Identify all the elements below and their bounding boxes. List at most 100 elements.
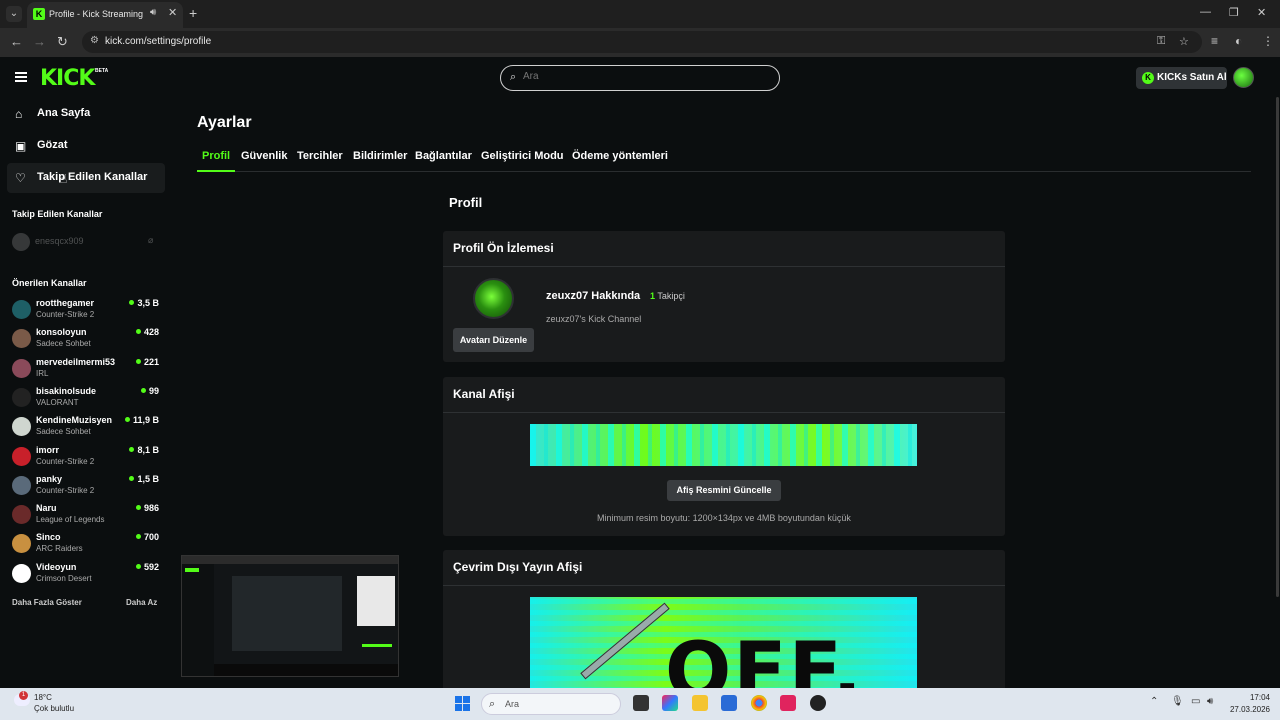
screen-preview-thumbnail xyxy=(181,555,399,677)
search-input[interactable] xyxy=(523,71,763,82)
recommended-channel[interactable]: bisakinolsude VALORANT 99 xyxy=(12,385,162,411)
channel-name: Naru xyxy=(36,503,57,514)
app-icon[interactable] xyxy=(810,695,826,711)
recommended-channel[interactable]: Naru League of Legends 986 xyxy=(12,502,162,528)
edit-avatar-button[interactable]: Avatarı Düzenle xyxy=(453,328,534,352)
restore-icon[interactable]: ❐ xyxy=(1229,6,1239,19)
channel-name: Videoyun xyxy=(36,561,77,572)
card-divider xyxy=(443,585,1005,586)
windows-start-icon[interactable] xyxy=(455,696,471,712)
viewer-count: 700 xyxy=(135,532,159,542)
tab-search-icon[interactable]: ⌄ xyxy=(6,6,22,22)
profile-avatar xyxy=(473,278,514,319)
app-icon[interactable] xyxy=(780,695,796,711)
viewer-count: 592 xyxy=(135,562,159,572)
recommended-channel[interactable]: panky Counter-Strike 2 1,5 B xyxy=(12,473,162,499)
recommended-channel[interactable]: konsoloyun Sadece Sohbet 428 xyxy=(12,326,162,352)
banner-image xyxy=(530,424,917,466)
volume-icon[interactable]: 🔊︎ xyxy=(1207,696,1213,707)
live-dot-icon xyxy=(135,534,141,540)
menu-dots-icon[interactable]: ⋮ xyxy=(1262,34,1274,48)
new-tab-icon[interactable]: + xyxy=(189,5,197,21)
recommended-channel[interactable]: rootthegamer Counter-Strike 2 3,5 B xyxy=(12,297,162,323)
viewer-count-text: 11,9 B xyxy=(132,415,159,426)
reading-list-icon[interactable]: ≡ xyxy=(1211,34,1218,48)
channel-avatar xyxy=(12,475,31,495)
forward-icon[interactable]: → xyxy=(33,34,46,49)
reload-icon[interactable]: ↻ xyxy=(57,34,68,50)
back-icon[interactable]: ← xyxy=(10,34,23,49)
tab-security[interactable]: Güvenlik xyxy=(241,150,287,162)
tab-payment[interactable]: Ödeme yöntemleri xyxy=(572,150,668,162)
kick-favicon-icon: K xyxy=(33,8,45,20)
url-field[interactable]: ⚙ kick.com/settings/profile ⚿ ☆ xyxy=(82,31,1202,53)
buy-kicks-button[interactable]: K KICKs Satın Al xyxy=(1136,67,1227,89)
card-heading: Çevrim Dışı Yayın Afişi xyxy=(453,560,583,574)
recommended-channel[interactable]: mervedeilmermi53 IRL 221 xyxy=(12,356,162,382)
channel-name: imorr xyxy=(36,444,60,455)
followers-label: Takipçi xyxy=(657,291,685,301)
about-name: zeuxz07 Hakkında xyxy=(546,290,641,302)
live-dot-icon xyxy=(135,563,141,569)
notification-badge: 1 xyxy=(19,691,28,700)
page-scrollbar[interactable] xyxy=(1276,97,1279,597)
channel-name: mervedeilmermi53 xyxy=(36,356,116,367)
close-tab-icon[interactable]: ✕ xyxy=(168,6,177,19)
browser-tab[interactable]: K Profile - Kick Streaming 🔊︎ ✕ xyxy=(27,2,183,28)
show-less-link[interactable]: Daha Az xyxy=(126,598,157,607)
bookmark-star-icon[interactable]: ☆ xyxy=(1179,35,1189,48)
chevron-up-icon[interactable]: ⌃ xyxy=(1150,696,1158,707)
weather-description[interactable]: Çok bulutlu xyxy=(34,704,74,713)
recommended-channel[interactable]: Videoyun Crimson Desert 592 xyxy=(12,561,162,587)
minimize-icon[interactable]: — xyxy=(1200,6,1211,18)
search-bar[interactable]: ⌕ xyxy=(500,65,780,91)
close-window-icon[interactable]: ✕ xyxy=(1257,6,1266,19)
update-banner-button[interactable]: Afiş Resmini Güncelle xyxy=(667,480,781,501)
kicks-icon: K xyxy=(1142,72,1154,84)
thumb-panel xyxy=(232,576,342,651)
recommended-channel[interactable]: imorr Counter-Strike 2 8,1 B xyxy=(12,444,162,470)
user-avatar[interactable] xyxy=(1233,67,1254,88)
password-key-icon[interactable]: ⚿ xyxy=(1157,35,1165,48)
tab-profile[interactable]: Profil xyxy=(202,150,230,162)
show-more-link[interactable]: Daha Fazla Göster xyxy=(12,598,82,607)
live-dot-icon xyxy=(135,329,141,335)
profile-icon[interactable]: ◐ xyxy=(1235,34,1242,48)
weather-temperature[interactable]: 18°C xyxy=(34,693,52,702)
tab-developer[interactable]: Geliştirici Modu xyxy=(481,150,564,162)
followed-channel[interactable]: enesqcx909 ⌀ xyxy=(12,233,162,251)
viewer-count: 428 xyxy=(135,327,159,337)
kick-logo[interactable]: KICK xyxy=(40,66,95,91)
microphone-icon[interactable]: 🎙︎ xyxy=(1171,696,1184,707)
beta-badge: BETA xyxy=(95,68,109,74)
site-info-icon[interactable]: ⚙ xyxy=(90,35,99,46)
channel-avatar xyxy=(12,358,31,378)
live-dot-icon xyxy=(129,300,135,305)
channel-name: konsoloyun xyxy=(36,327,87,338)
network-icon[interactable]: ▭ xyxy=(1191,696,1200,707)
file-explorer-icon[interactable] xyxy=(692,695,708,711)
channel-name: KendineMuzisyen xyxy=(36,415,113,426)
sidebar-item-following[interactable]: ♡ Takip Edilen Kanallar xyxy=(7,163,165,193)
copilot-icon[interactable] xyxy=(662,695,678,711)
sidebar-item-home[interactable]: ⌂ Ana Sayfa xyxy=(7,99,165,129)
taskbar-clock[interactable]: 17:04 27.03.2026 xyxy=(1230,692,1270,716)
hamburger-menu-icon[interactable] xyxy=(15,72,27,82)
banner-size-hint: Minimum resim boyutu: 1200×134px ve 4MB … xyxy=(597,513,851,523)
store-icon[interactable] xyxy=(721,695,737,711)
task-view-icon[interactable] xyxy=(633,695,649,711)
kick-page: KICK BETA ⌕ K KICKs Satın Al ⌂ Ana Sayfa… xyxy=(0,57,1280,688)
viewer-count-text: 3,5 B xyxy=(137,298,159,308)
followers-count: 1 Takipçi xyxy=(650,291,685,301)
taskbar-search[interactable]: ⌕ Ara xyxy=(481,693,621,715)
channel-avatar xyxy=(12,300,31,319)
chrome-icon[interactable] xyxy=(751,695,767,711)
tab-preferences[interactable]: Tercihler xyxy=(297,150,343,162)
recommended-channel[interactable]: Sinco ARC Raiders 700 xyxy=(12,531,162,557)
tab-connections[interactable]: Bağlantılar xyxy=(415,150,472,162)
sidebar-item-browse[interactable]: ▣ Gözat xyxy=(7,131,165,161)
recommended-channel[interactable]: KendineMuzisyen Sadece Sohbet 11,9 B xyxy=(12,414,162,440)
tab-notifications[interactable]: Bildirimler xyxy=(353,150,407,162)
speaker-icon[interactable]: 🔊︎ xyxy=(150,7,156,18)
offline-banner-image: OFF. xyxy=(530,597,917,688)
